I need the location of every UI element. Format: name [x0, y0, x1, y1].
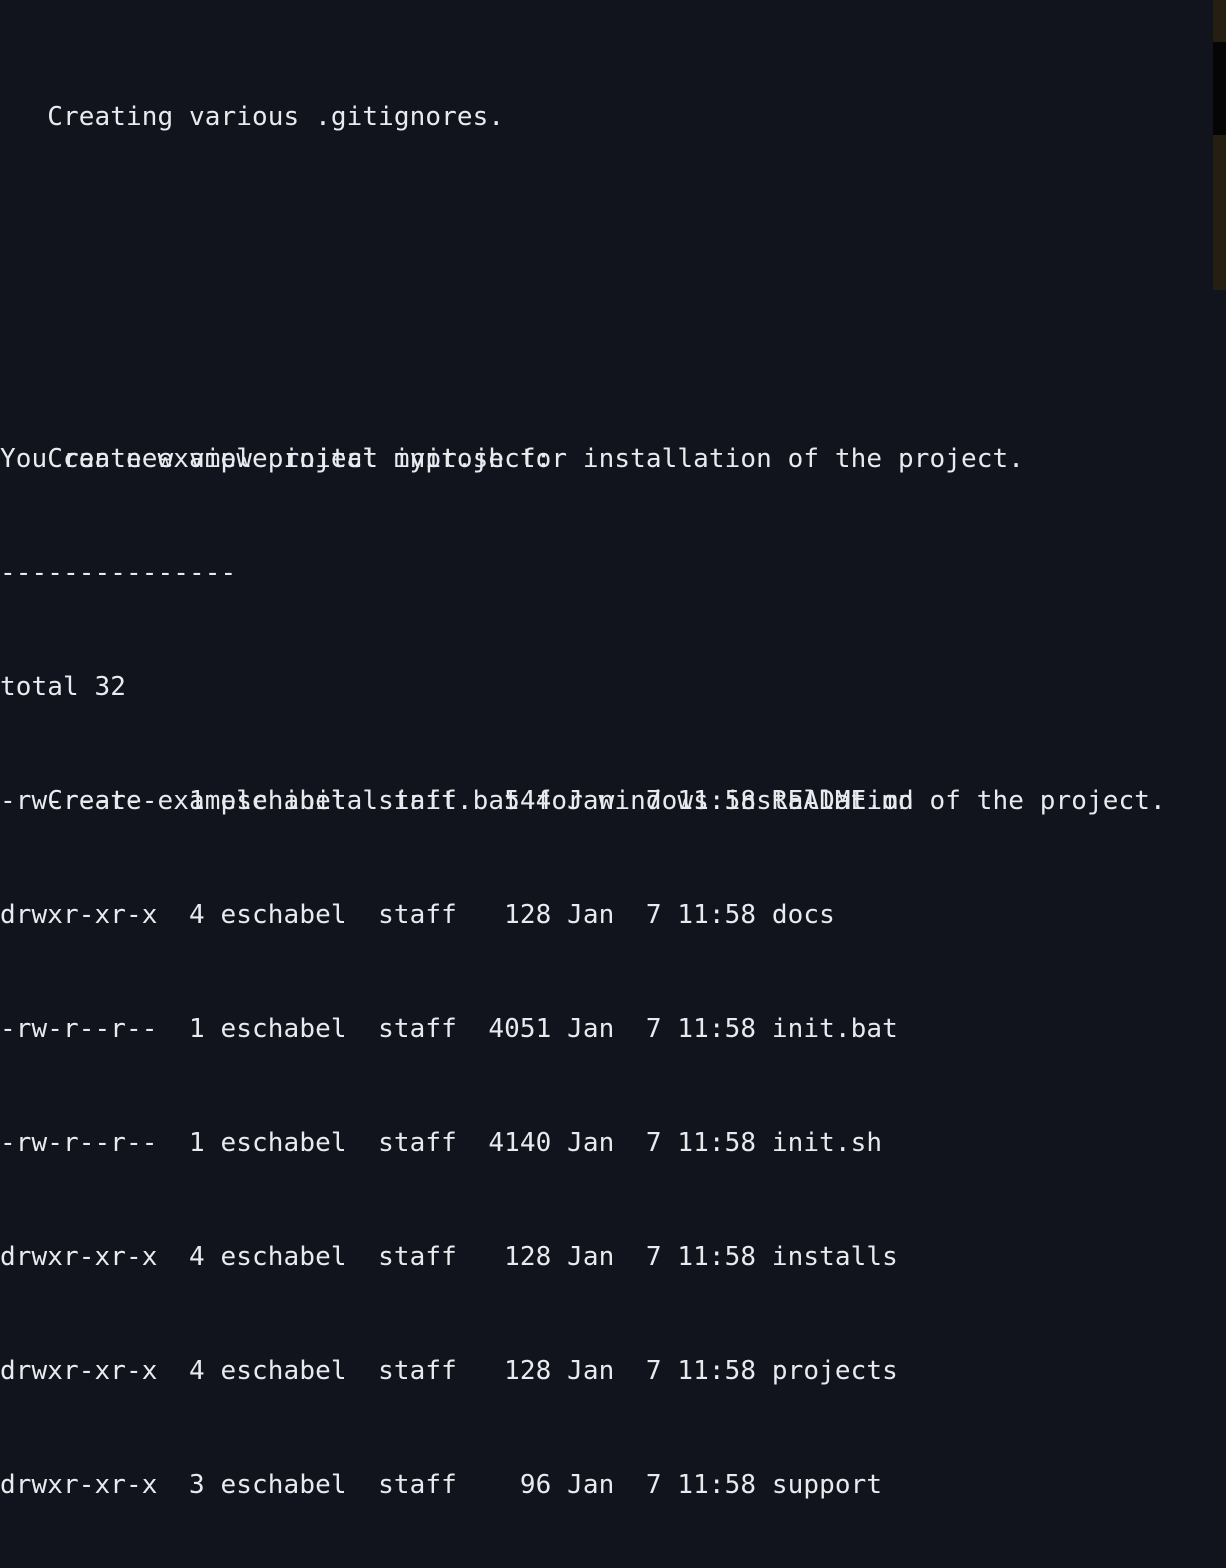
file-row: drwxr-xr-x 4 eschabel staff 128 Jan 7 11… [0, 1238, 1226, 1276]
terminal-output-pane[interactable]: Creating various .gitignores. Create exa… [0, 0, 1226, 784]
file-row: drwxr-xr-x 4 eschabel staff 128 Jan 7 11… [0, 1352, 1226, 1390]
scrollbar-thumb[interactable] [1213, 42, 1226, 135]
separator-top: --------------- [0, 554, 1226, 592]
status-message-line: Creating various .gitignores. [0, 98, 1226, 136]
file-row: -rw-r--r-- 1 eschabel staff 4140 Jan 7 1… [0, 1124, 1226, 1162]
total-line: total 32 [0, 668, 1226, 706]
file-row: -rw-r--r-- 1 eschabel staff 544 Jan 7 11… [0, 782, 1226, 820]
directory-listing-block: You can new view project myproject: ----… [0, 364, 1226, 1568]
file-row: drwxr-xr-x 3 eschabel staff 96 Jan 7 11:… [0, 1466, 1226, 1504]
listing-header: You can new view project myproject: [0, 440, 1226, 478]
blank-line [0, 326, 1226, 364]
file-row: drwxr-xr-x 4 eschabel staff 128 Jan 7 11… [0, 896, 1226, 934]
blank-line [0, 212, 1226, 250]
file-row: -rw-r--r-- 1 eschabel staff 4051 Jan 7 1… [0, 1010, 1226, 1048]
